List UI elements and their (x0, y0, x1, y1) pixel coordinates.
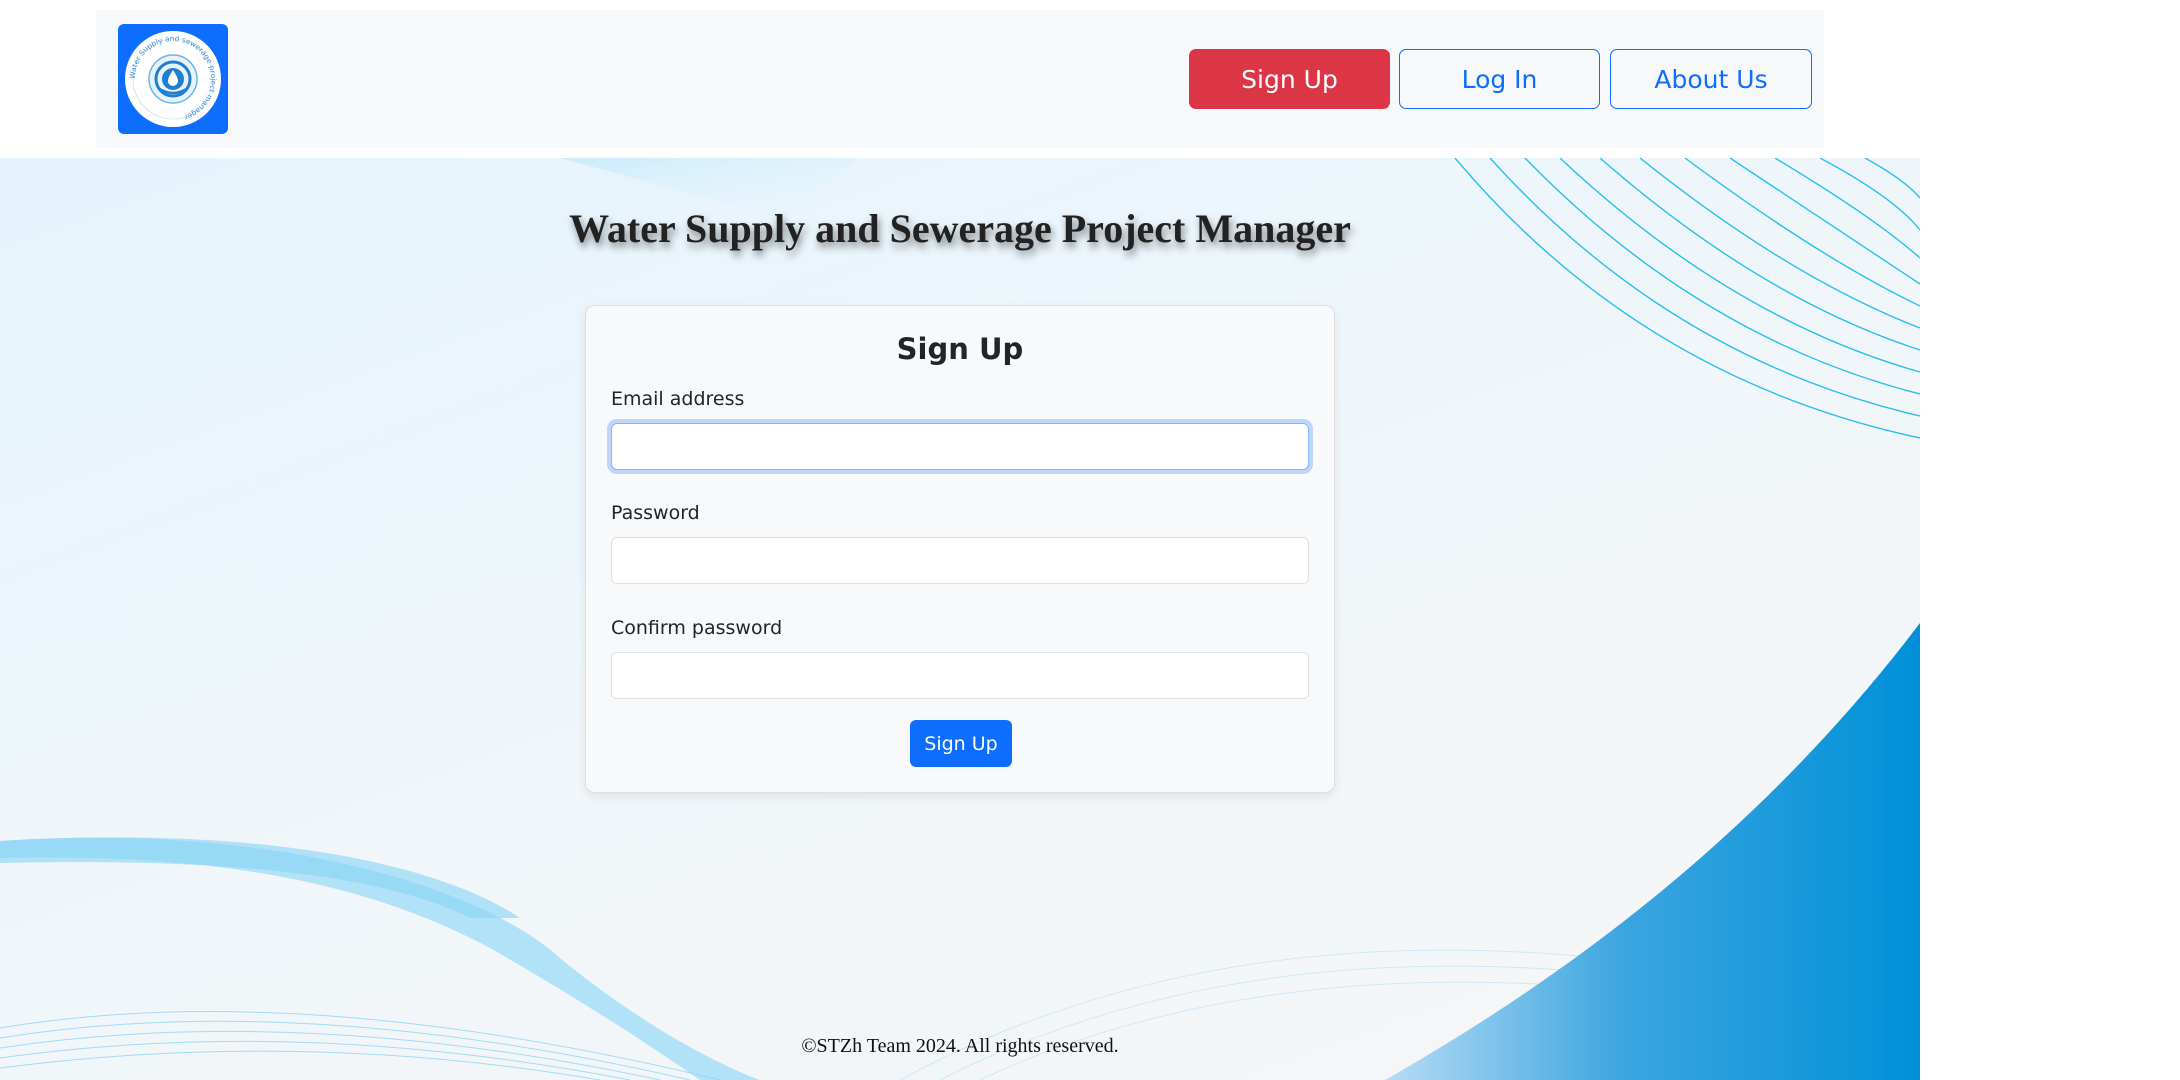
email-input[interactable] (611, 423, 1309, 470)
page-title: Water Supply and Sewerage Project Manage… (569, 206, 1351, 251)
water-drop-logo-icon: Water Supply and sewerage project manage… (125, 31, 221, 127)
confirm-password-input[interactable] (611, 652, 1309, 699)
navbar: Water Supply and sewerage project manage… (96, 10, 1824, 148)
nav-signup-button[interactable]: Sign Up (1189, 49, 1390, 109)
confirm-password-label: Confirm password (611, 617, 783, 639)
password-input[interactable] (611, 537, 1309, 584)
password-label: Password (611, 502, 700, 524)
signup-card: Sign Up Email address Password Confirm p… (585, 305, 1335, 793)
signup-card-title: Sign Up (896, 332, 1024, 366)
nav-login-button[interactable]: Log In (1399, 49, 1600, 109)
signup-submit-button[interactable]: Sign Up (910, 720, 1012, 767)
footer-copyright: ©STZh Team 2024. All rights reserved. (801, 1035, 1119, 1057)
app-logo[interactable]: Water Supply and sewerage project manage… (118, 24, 228, 134)
nav-about-button[interactable]: About Us (1610, 49, 1812, 109)
email-label: Email address (611, 388, 745, 410)
